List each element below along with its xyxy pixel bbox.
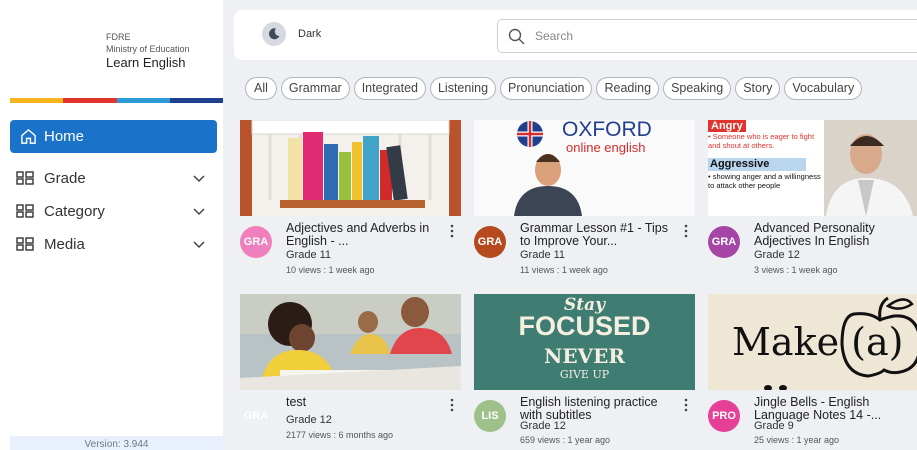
chip-speaking[interactable]: Speaking [663, 77, 732, 100]
oxford-logo-subtext: online english [566, 140, 646, 155]
grid-icon [16, 204, 34, 218]
video-thumbnail[interactable] [240, 294, 461, 390]
video-grade: Grade 12 [520, 420, 566, 432]
chip-listening[interactable]: Listening [429, 77, 497, 100]
channel-avatar[interactable]: PRO [708, 400, 740, 432]
chevron-down-icon[interactable] [193, 172, 205, 184]
brand-ministry: Ministry of Education [106, 44, 190, 54]
brand-app-name: Learn English [106, 55, 186, 70]
more-vert-icon[interactable] [684, 224, 688, 238]
video-grade: Grade 11 [286, 249, 332, 261]
video-title[interactable]: Jingle Bells - English Language Notes 14… [754, 396, 914, 422]
brand-country: FDRE [106, 32, 131, 42]
thumb-never-text: NEVER [544, 344, 625, 368]
chip-story[interactable]: Story [735, 77, 781, 100]
sidebar-item-label: Home [44, 128, 85, 145]
video-grade: Grade 12 [286, 414, 332, 426]
search-icon [508, 28, 525, 44]
video-thumbnail[interactable]: Stay FOCUSED NEVER GIVE UP [474, 294, 695, 390]
main-content: Dark All Grammar Integrated Listening Pr… [223, 0, 917, 450]
sidebar-item-home[interactable]: Home [10, 120, 217, 153]
oxford-logo-text: OXFORD [562, 120, 652, 141]
search-input[interactable] [535, 29, 915, 43]
more-vert-icon[interactable] [450, 398, 454, 412]
moon-icon [262, 22, 286, 46]
chip-grammar[interactable]: Grammar [280, 77, 350, 100]
video-thumbnail[interactable]: Angry • Someone who is eager to fight an… [708, 120, 917, 216]
search-box[interactable] [497, 19, 917, 53]
channel-avatar[interactable]: GRA [474, 226, 506, 258]
chip-vocabulary[interactable]: Vocabulary [784, 77, 863, 100]
aggressive-word: Aggressive [708, 158, 806, 171]
more-vert-icon[interactable] [684, 398, 688, 412]
theme-toggle[interactable]: Dark [262, 22, 321, 46]
thumb-give-up-text: GIVE UP [559, 368, 610, 381]
grid-icon [16, 171, 34, 185]
video-thumbnail[interactable]: OXFORD online english [474, 120, 695, 216]
channel-avatar[interactable]: GRA [240, 400, 272, 432]
video-title[interactable]: English listening practice with subtitle… [520, 396, 680, 422]
version-label: Version: 3.944 [10, 436, 223, 450]
video-title[interactable]: Grammar Lesson #1 - Tips to Improve Your… [520, 222, 680, 248]
video-thumbnail[interactable]: Make (a) [708, 294, 917, 390]
video-card[interactable]: GRA test Grade 12 2177 views : 6 months … [240, 294, 462, 450]
aggressive-definition: • showing anger and a willingness to att… [708, 172, 821, 190]
video-views: 2177 views : 6 months ago [286, 430, 394, 440]
video-views: 10 views : 1 week ago [286, 265, 375, 275]
video-thumbnail[interactable] [240, 120, 461, 216]
thumb-make-a-text: Make (a) [732, 320, 904, 364]
top-bar: Dark [234, 10, 917, 60]
chip-all[interactable]: All [245, 77, 277, 100]
video-views: 659 views : 1 year ago [520, 435, 611, 445]
brand-block: FDRE Ministry of Education Learn English [106, 31, 190, 71]
sidebar: FDRE Ministry of Education Learn English… [0, 0, 223, 450]
angry-word: Angry [708, 120, 746, 132]
thumb-focused-text: FOCUSED [518, 311, 651, 341]
video-card[interactable]: Angry • Someone who is eager to fight an… [708, 120, 917, 276]
sidebar-item-grade[interactable]: Grade [10, 165, 217, 191]
channel-avatar[interactable]: LIS [474, 400, 506, 432]
video-card[interactable]: Make (a) PRO Jingle Bells - English Lang… [708, 294, 917, 450]
sidebar-item-label: Media [44, 235, 85, 253]
theme-toggle-label: Dark [298, 28, 322, 40]
chevron-down-icon[interactable] [193, 205, 205, 217]
sidebar-item-label: Category [44, 202, 105, 220]
grid-icon [16, 237, 34, 251]
video-title[interactable]: Adjectives and Adverbs in English - ... [286, 222, 446, 248]
video-card[interactable]: OXFORD online english GRA Grammar Lesson… [474, 120, 696, 276]
sidebar-item-category[interactable]: Category [10, 198, 217, 224]
home-icon [21, 128, 36, 144]
chip-reading[interactable]: Reading [596, 77, 660, 100]
video-title[interactable]: test [286, 396, 446, 409]
category-chips: All Grammar Integrated Listening Pronunc… [245, 77, 863, 100]
video-card[interactable]: Stay FOCUSED NEVER GIVE UP LIS English l… [474, 294, 696, 450]
angry-definition: • Someone who is eager to fight and shou… [708, 132, 815, 150]
channel-avatar[interactable]: GRA [708, 226, 740, 258]
video-title[interactable]: Advanced Personality Adjectives In Engli… [754, 222, 914, 248]
chevron-down-icon[interactable] [193, 238, 205, 250]
video-grade: Grade 11 [520, 249, 566, 261]
more-vert-icon[interactable] [450, 224, 454, 238]
video-grade: Grade 9 [754, 420, 794, 432]
brand-color-stripe [10, 98, 223, 103]
chip-integrated[interactable]: Integrated [353, 77, 426, 100]
video-views: 3 views : 1 week ago [754, 265, 838, 275]
video-views: 11 views : 1 week ago [520, 265, 608, 275]
video-grade: Grade 12 [754, 249, 800, 261]
sidebar-item-label: Grade [44, 169, 86, 187]
video-card[interactable]: GRA Adjectives and Adverbs in English - … [240, 120, 462, 276]
channel-avatar[interactable]: GRA [240, 226, 272, 258]
chip-pronunciation[interactable]: Pronunciation [500, 77, 593, 100]
sidebar-item-media[interactable]: Media [10, 231, 217, 257]
video-views: 25 views : 1 year ago [754, 435, 840, 445]
